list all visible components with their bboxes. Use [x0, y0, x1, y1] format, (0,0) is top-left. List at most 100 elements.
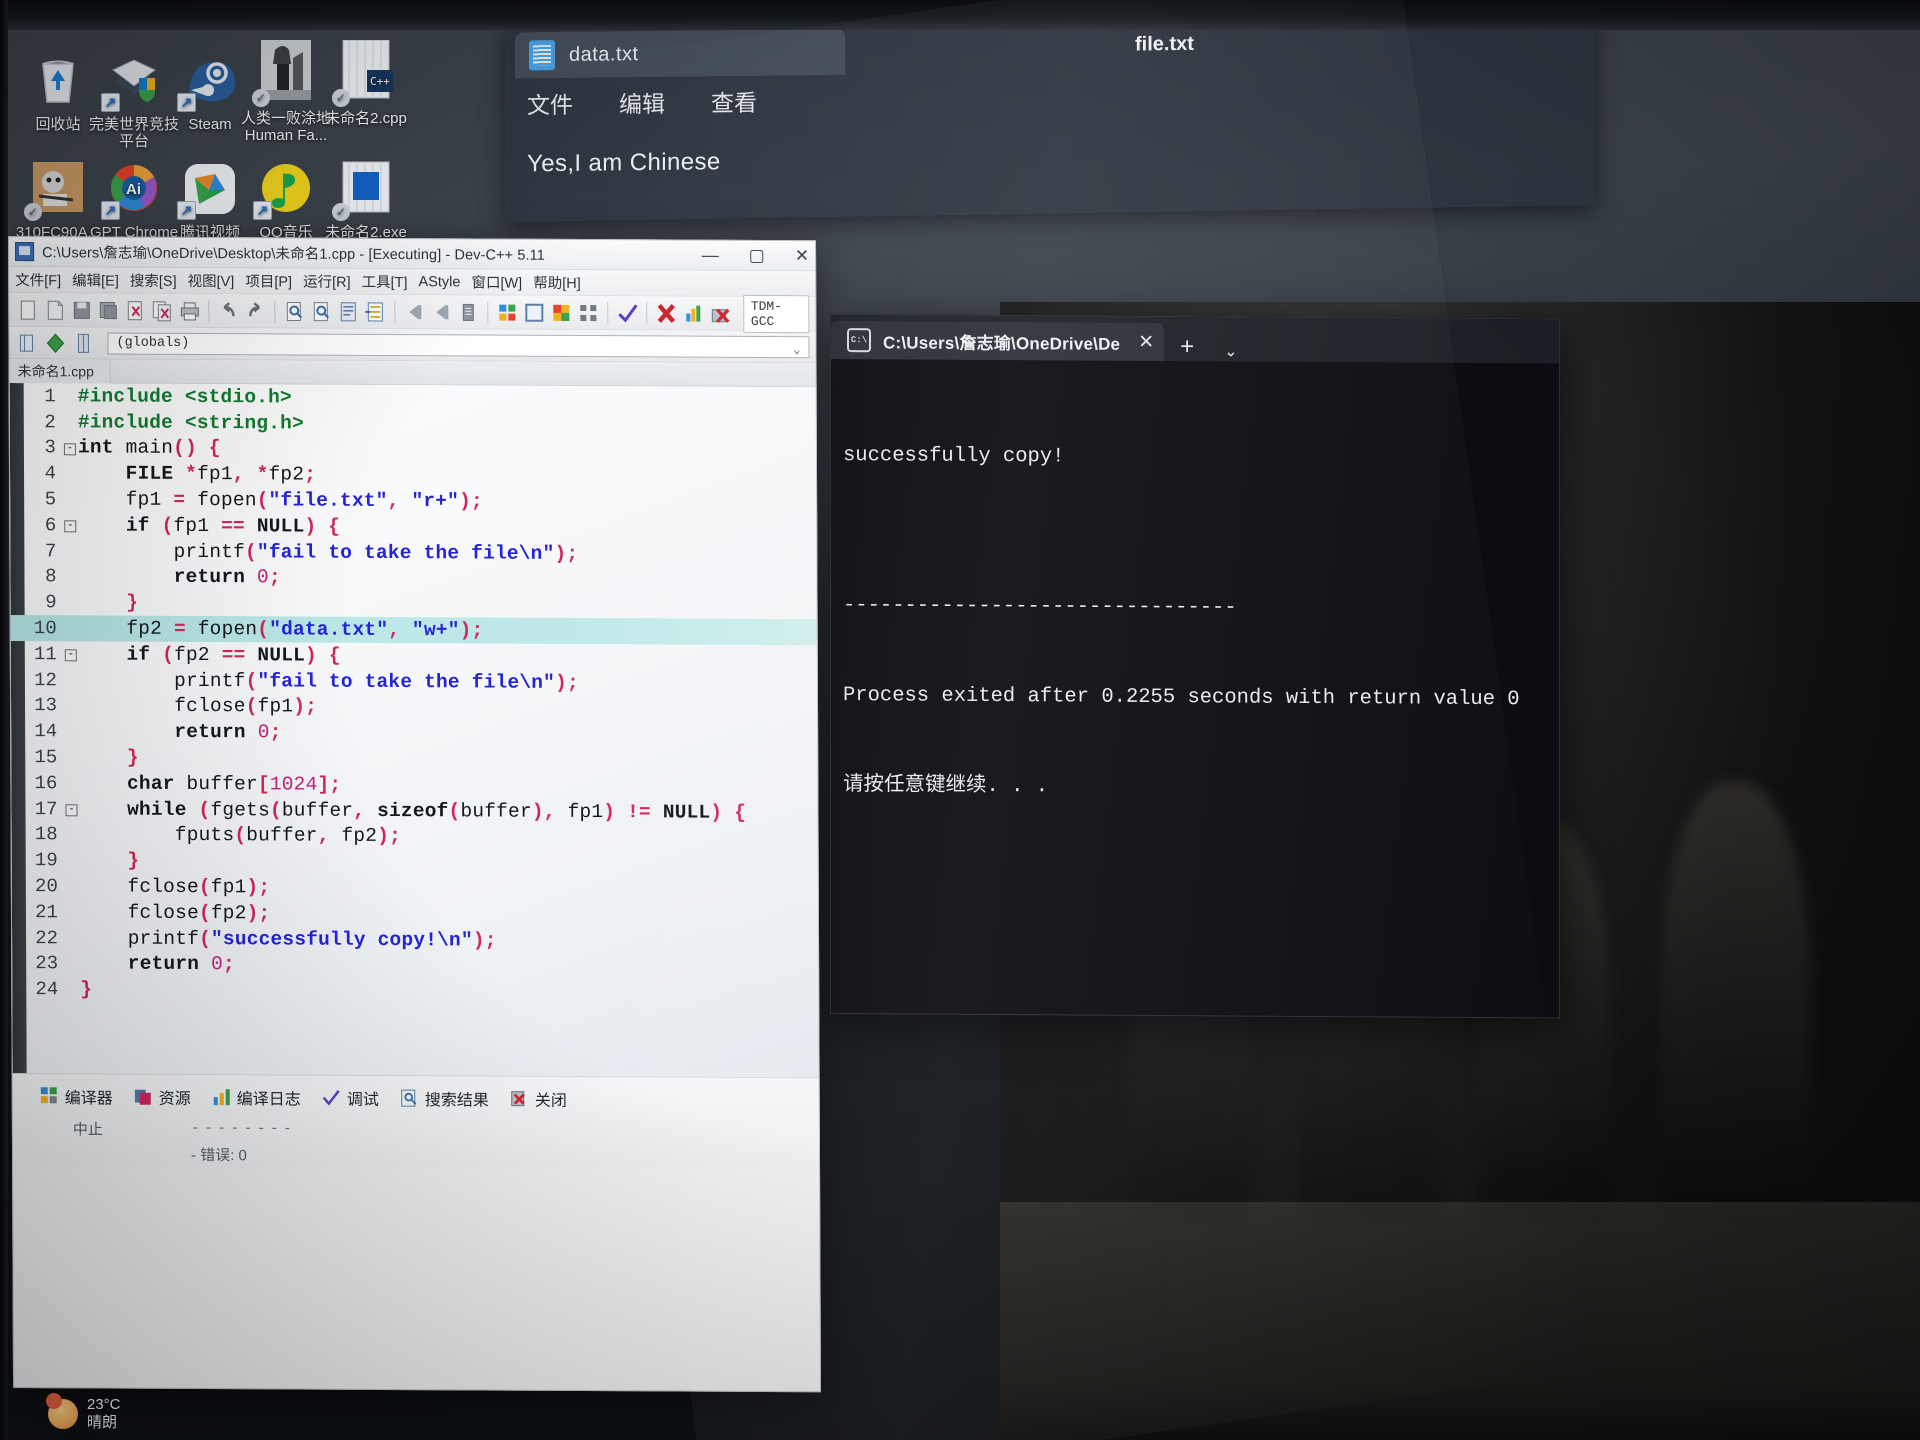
devcpp-titlebar[interactable]: C:\Users\詹志瑜\OneDrive\Desktop\未命名1.cpp -… [9, 237, 816, 272]
wallpaper-floor [1000, 1202, 1920, 1440]
debug-check-icon [322, 1089, 341, 1107]
bottom-tab-compiler[interactable]: 编译器 [40, 1084, 113, 1108]
code-line[interactable]: 24} [12, 976, 818, 1006]
bottom-tab-resources[interactable]: 资源 [134, 1085, 191, 1109]
new-file-icon[interactable] [15, 298, 39, 322]
code-text: int main() { [77, 436, 221, 460]
line-number: 14 [34, 720, 58, 743]
fold-marker-icon[interactable]: - [63, 647, 79, 662]
notepad-tab-file-txt[interactable]: file.txt [1135, 33, 1194, 57]
bottom-tab-close[interactable]: 关闭 [511, 1087, 567, 1111]
line-number: 21 [35, 900, 58, 924]
tile-icon[interactable] [576, 300, 600, 324]
bottom-tab-compile-log[interactable]: 编译日志 [213, 1085, 301, 1109]
code-text: fp2 = fopen("data.txt", "w+"); [126, 617, 484, 642]
minimize-button[interactable]: — [702, 246, 719, 266]
menu-search[interactable]: 搜索[S] [130, 270, 177, 291]
profile-icon[interactable] [681, 301, 705, 325]
bottom-tab-debug[interactable]: 调试 [322, 1086, 379, 1110]
compile-log-content: 中止 - - - - - - - - - 错误: 0 [13, 1114, 819, 1168]
bottom-tab-label: 编译日志 [236, 1091, 301, 1109]
notepad-tab-data-txt[interactable]: data.txt [515, 28, 845, 79]
chevron-down-icon: ⌄ [793, 342, 801, 357]
exe-file-icon: ✓ [332, 160, 395, 221]
next-bookmark-icon[interactable] [429, 300, 453, 324]
close-button[interactable]: ✕ [795, 246, 809, 266]
desktop-icon-untitled2-cpp[interactable]: C++ ✓ 未命名2.cpp [314, 39, 418, 127]
layout-icon[interactable] [549, 300, 573, 324]
fold-marker-icon[interactable]: - [62, 518, 78, 533]
goto-function-icon[interactable] [71, 331, 95, 355]
compile-check-icon[interactable] [615, 301, 639, 325]
code-editor[interactable]: 1 #include <stdio.h> 2 #include <string.h> 3… [9, 383, 819, 1078]
weather-temp: 23°C [87, 1396, 121, 1413]
find-icon[interactable] [282, 299, 306, 323]
terminal-window[interactable]: C:\ C:\Users\詹志瑜\OneDrive\De ✕ + ⌄ succe… [830, 314, 1560, 1019]
menu-window[interactable]: 窗口[W] [471, 271, 522, 292]
notepad-menu-edit[interactable]: 编辑 [619, 85, 665, 120]
code-text: #include <string.h> [77, 411, 304, 435]
toolbar-separator [606, 301, 608, 324]
terminal-tab[interactable]: C:\ C:\Users\詹志瑜\OneDrive\De ✕ [831, 321, 1165, 362]
menu-file[interactable]: 文件[F] [15, 269, 61, 290]
insert-icon[interactable] [15, 331, 39, 355]
notepad-text-area[interactable]: Yes,I am Chinese [505, 108, 1595, 178]
monitor-bezel-left [0, 0, 8, 1440]
terminal-output[interactable]: successfully copy! ---------------------… [831, 359, 1559, 865]
terminal-line: successfully copy! [843, 444, 1065, 469]
toggle-breakpoint-icon[interactable] [43, 331, 67, 355]
scope-combobox[interactable]: (globals) ⌄ [107, 332, 810, 358]
replace-icon[interactable] [336, 299, 360, 323]
terminal-tabstrip: C:\ C:\Users\詹志瑜\OneDrive\De ✕ + ⌄ [831, 315, 1559, 364]
bottom-tab-search-results[interactable]: 搜索结果 [401, 1086, 489, 1110]
fold-marker-icon[interactable]: - [63, 801, 79, 817]
menu-edit[interactable]: 编辑[E] [72, 269, 119, 290]
menu-tools[interactable]: 工具[T] [362, 271, 408, 292]
line-number: 15 [34, 746, 58, 769]
find-next-icon[interactable] [309, 299, 333, 323]
code-text: if (fp1 == NULL) { [125, 514, 341, 538]
window-list-icon[interactable] [522, 300, 546, 324]
menu-project[interactable]: 项目[P] [245, 270, 292, 291]
print-icon[interactable] [177, 298, 201, 322]
menu-view[interactable]: 视图[V] [188, 270, 235, 291]
taskbar-weather[interactable]: 23°C 晴朗 [46, 1393, 121, 1432]
chevron-down-icon[interactable]: ⌄ [1210, 341, 1251, 361]
new-tab-icon[interactable]: + [1164, 333, 1210, 361]
maximize-button[interactable]: ▢ [749, 246, 765, 266]
code-text: while (fgets(buffer, sizeof(buffer), fp1… [127, 798, 747, 824]
goto-line-icon[interactable] [363, 299, 387, 323]
devcpp-window[interactable]: C:\Users\詹志瑜\OneDrive\Desktop\未命名1.cpp -… [8, 236, 822, 1393]
close-icon[interactable]: ✕ [1138, 330, 1154, 353]
notepad-menu-view[interactable]: 查看 [711, 84, 757, 119]
undo-icon[interactable] [216, 299, 240, 323]
redo-icon[interactable] [243, 299, 267, 323]
editor-tab-untitled1[interactable]: 未命名1.cpp [9, 358, 111, 384]
menu-astyle[interactable]: AStyle [418, 274, 460, 290]
delete-profile-icon[interactable] [708, 301, 732, 325]
devcpp-title-text: C:\Users\詹志瑜\OneDrive\Desktop\未命名1.cpp -… [42, 245, 545, 264]
code-text: fclose(fp1); [127, 875, 271, 899]
desktop-icon-untitled2-exe[interactable]: ✓ 未命名2.exe [314, 160, 418, 241]
notepad-window[interactable]: data.txt file.txt 文件 编辑 查看 Yes,I am Chin… [505, 8, 1595, 223]
save-icon[interactable] [69, 298, 93, 322]
code-text: fclose(fp2); [127, 901, 271, 925]
save-all-icon[interactable] [96, 298, 120, 322]
menu-run[interactable]: 运行[R] [303, 271, 351, 292]
shortcut-arrow-icon: ↗ [101, 201, 120, 220]
close-all-icon[interactable] [150, 298, 174, 322]
log-separator: - - - - - - - - [192, 1118, 293, 1137]
stop-execution-icon[interactable] [654, 301, 678, 325]
open-file-icon[interactable] [42, 298, 66, 322]
toggle-bookmark-icon[interactable] [456, 300, 480, 324]
code-text: } [80, 978, 93, 1001]
menu-help[interactable]: 帮助[H] [533, 272, 581, 293]
compiler-select[interactable]: TDM-GCC [742, 294, 810, 333]
line-number: 4 [44, 462, 57, 485]
fold-marker-icon[interactable]: - [62, 440, 78, 456]
project-manager-icon[interactable] [495, 300, 519, 324]
close-file-icon[interactable] [123, 298, 147, 322]
prev-bookmark-icon[interactable] [402, 300, 426, 324]
notepad-menu-file[interactable]: 文件 [527, 86, 573, 121]
line-number: 22 [35, 926, 59, 949]
